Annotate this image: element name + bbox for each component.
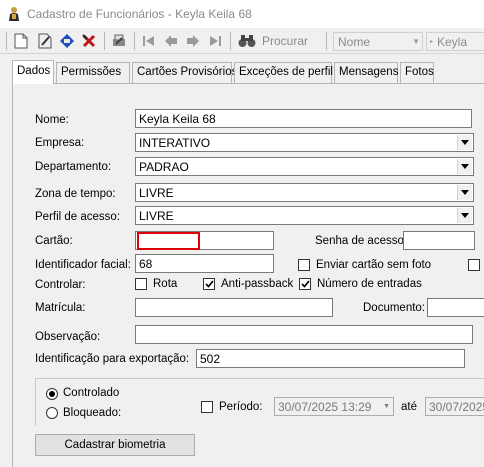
tab-cartoes-provisorios[interactable]: Cartões Provisórios (132, 62, 237, 83)
search-field-combo[interactable]: Nome ▼ (333, 32, 423, 51)
ate-label: até (401, 401, 417, 413)
nome-label: Nome: (35, 114, 69, 126)
search-value-text: Keyla (437, 35, 468, 49)
rota-checkbox[interactable] (135, 278, 147, 290)
perfil-label: Perfil de acesso: (35, 211, 121, 223)
nome-field[interactable]: Keyla Keila 68 (135, 109, 472, 128)
zona-value: LIVRE (139, 186, 174, 200)
periodo-inicio-value: 30/07/2025 13:29 (278, 400, 372, 414)
senha-field[interactable] (403, 231, 475, 250)
enviar-cartao-checkbox[interactable] (298, 259, 310, 271)
tab-fotos[interactable]: Fotos (400, 62, 434, 83)
tab-excecoes-de-perfil[interactable]: Exceções de perfil (234, 62, 333, 83)
controlado-radio[interactable] (46, 388, 58, 400)
export-label: Identificação para exportação: (35, 353, 190, 365)
documento-field[interactable] (427, 298, 484, 317)
num-entradas-label: Número de entradas (317, 278, 422, 290)
chevron-down-icon[interactable] (457, 135, 472, 150)
documento-label: Documento: (363, 302, 426, 314)
next-record-icon[interactable] (184, 32, 202, 50)
toolbar: Procurar Nome ▼ Keyla ▸ (0, 28, 484, 54)
dados-panel: Nome: Keyla Keila 68 Empresa: INTERATIVO… (12, 83, 484, 467)
empresa-label: Empresa: (35, 137, 85, 149)
periodo-label: Período: (219, 401, 263, 413)
bloqueado-label: Bloqueado: (63, 407, 122, 419)
empresa-value: INTERATIVO (139, 136, 211, 150)
chevron-down-icon[interactable] (457, 208, 472, 223)
perfil-select[interactable]: LIVRE (135, 206, 474, 225)
new-icon[interactable] (12, 32, 30, 50)
window-title: Cadastro de Funcionários - Keyla Keila 6… (27, 7, 252, 21)
delete-icon[interactable] (80, 32, 98, 50)
antipassback-checkbox[interactable] (203, 278, 215, 290)
periodo-inicio-field[interactable]: 30/07/2025 13:29 ▼ (274, 397, 394, 416)
toolbar-separator (6, 32, 7, 50)
bloqueado-radio[interactable] (46, 407, 58, 419)
chevron-down-icon[interactable] (457, 159, 472, 174)
cartao-label: Cartão: (35, 235, 73, 247)
controlado-label: Controlado (63, 387, 120, 399)
title-bar: Cadastro de Funcionários - Keyla Keila 6… (0, 0, 484, 28)
search-label[interactable]: Procurar (262, 34, 308, 48)
edit-document-icon[interactable] (36, 32, 54, 50)
chevron-down-icon[interactable]: ▼ (383, 403, 390, 410)
observacao-field[interactable] (135, 325, 473, 344)
periodo-fim-field[interactable]: 30/07/2025 (425, 397, 484, 416)
check-icon (204, 280, 214, 288)
toolbar-separator (326, 32, 327, 50)
tab-dados[interactable]: Dados (12, 60, 54, 84)
search-field-value: Nome (338, 35, 371, 49)
departamento-select[interactable]: PADRAO (135, 157, 474, 176)
save-icon[interactable] (58, 32, 76, 50)
controlar-label: Controlar: (35, 279, 86, 291)
rota-label: Rota (153, 278, 178, 290)
chevron-right-icon: ▸ (430, 39, 434, 45)
zona-select[interactable]: LIVRE (135, 183, 474, 202)
tab-permissoes[interactable]: Permissões (56, 62, 130, 83)
binoculars-icon[interactable] (238, 32, 256, 50)
previous-record-icon[interactable] (162, 32, 180, 50)
zona-label: Zona de tempo: (35, 188, 116, 200)
search-value-combo[interactable]: Keyla (426, 32, 484, 51)
departamento-label: Departamento: (35, 161, 112, 173)
tab-mensagens[interactable]: Mensagens (334, 62, 398, 83)
last-record-icon[interactable] (206, 32, 224, 50)
check-icon (300, 280, 310, 288)
facial-field[interactable]: 68 (135, 254, 274, 273)
print-icon[interactable] (110, 32, 128, 50)
enviar-cartao-label: Enviar cartão sem foto (316, 259, 432, 271)
perfil-value: LIVRE (139, 209, 174, 223)
chevron-down-icon: ▼ (412, 37, 420, 46)
first-record-icon[interactable] (140, 32, 158, 50)
antipassback-label: Anti-passback (221, 278, 294, 290)
cadastrar-biometria-button[interactable]: Cadastrar biometria (35, 434, 195, 456)
departamento-value: PADRAO (139, 160, 189, 174)
cartao-highlight (137, 232, 200, 250)
toolbar-separator (230, 32, 231, 50)
extra-checkbox[interactable] (468, 259, 480, 271)
export-field[interactable]: 502 (196, 349, 465, 368)
chevron-down-icon[interactable] (457, 185, 472, 200)
empresa-select[interactable]: INTERATIVO (135, 133, 474, 152)
toolbar-separator (134, 32, 135, 50)
observacao-label: Observação: (35, 331, 101, 343)
periodo-checkbox[interactable] (201, 401, 213, 413)
matricula-label: Matrícula: (35, 302, 86, 314)
app-person-icon (9, 7, 19, 21)
matricula-field[interactable] (135, 298, 333, 317)
senha-label: Senha de acesso: (315, 235, 408, 247)
num-entradas-checkbox[interactable] (299, 278, 311, 290)
toolbar-separator (104, 32, 105, 50)
facial-label: Identificador facial: (35, 259, 131, 271)
